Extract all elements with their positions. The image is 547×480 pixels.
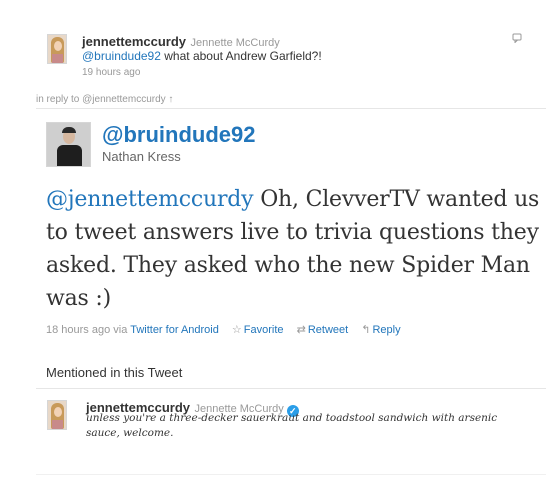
main-tweet: @bruindude92 Nathan Kress @jennettemccur… bbox=[36, 108, 546, 357]
tweet-mention-link[interactable]: @jennettemccurdy bbox=[46, 187, 254, 212]
tweet-author-handle[interactable]: @bruindude92 bbox=[102, 122, 255, 148]
retweet-label: Retweet bbox=[307, 324, 349, 336]
in-reply-tweet: jennettemccurdy Jennette McCurdy @bruind… bbox=[0, 0, 547, 88]
tweet-timestamp[interactable]: 19 hours ago bbox=[82, 67, 140, 78]
reply-label: Reply bbox=[372, 324, 401, 336]
tweet-fullname: Jennette McCurdy bbox=[190, 37, 280, 49]
tweet-mention-link[interactable]: @bruindude92 bbox=[82, 49, 161, 63]
tweet-options-icon[interactable] bbox=[512, 33, 522, 43]
reply-icon: ↰ bbox=[361, 324, 371, 336]
jennette-avatar[interactable] bbox=[47, 34, 67, 64]
nathan-avatar[interactable] bbox=[46, 122, 91, 167]
tweet-source-link[interactable]: Twitter for Android bbox=[130, 324, 219, 336]
retweet-button[interactable]: ⇄ Retweet bbox=[297, 324, 352, 336]
via-label: via bbox=[113, 324, 128, 336]
tweet-text: what about Andrew Garfield?! bbox=[160, 49, 322, 63]
jennette-avatar[interactable] bbox=[47, 400, 67, 430]
mentioned-user-bio: unless you're a three-decker sauerkraut … bbox=[86, 412, 498, 439]
in-reply-to-link[interactable]: in reply to @jennettemccurdy ↑ bbox=[36, 94, 173, 105]
favorite-button[interactable]: ☆ Favorite bbox=[232, 324, 287, 336]
retweet-icon: ⇄ bbox=[296, 324, 306, 336]
favorite-label: Favorite bbox=[243, 324, 284, 336]
reply-button[interactable]: ↰ Reply bbox=[361, 324, 400, 336]
tweet-author-fullname: Nathan Kress bbox=[102, 149, 181, 164]
tweet-body: @jennettemccurdy Oh, ClevverTV wanted us… bbox=[46, 183, 541, 315]
star-icon: ☆ bbox=[231, 324, 242, 336]
divider bbox=[36, 474, 546, 475]
tweet-timestamp[interactable]: 18 hours ago bbox=[46, 324, 110, 336]
tweet-username[interactable]: jennettemccurdy bbox=[82, 34, 186, 49]
tweet-meta-bar: 18 hours ago via Twitter for Android ☆ Fa… bbox=[46, 323, 401, 336]
mentioned-section-title: Mentioned in this Tweet bbox=[46, 365, 183, 380]
mentioned-user-card: jennettemccurdy Jennette McCurdy ✓ unless… bbox=[36, 389, 546, 459]
